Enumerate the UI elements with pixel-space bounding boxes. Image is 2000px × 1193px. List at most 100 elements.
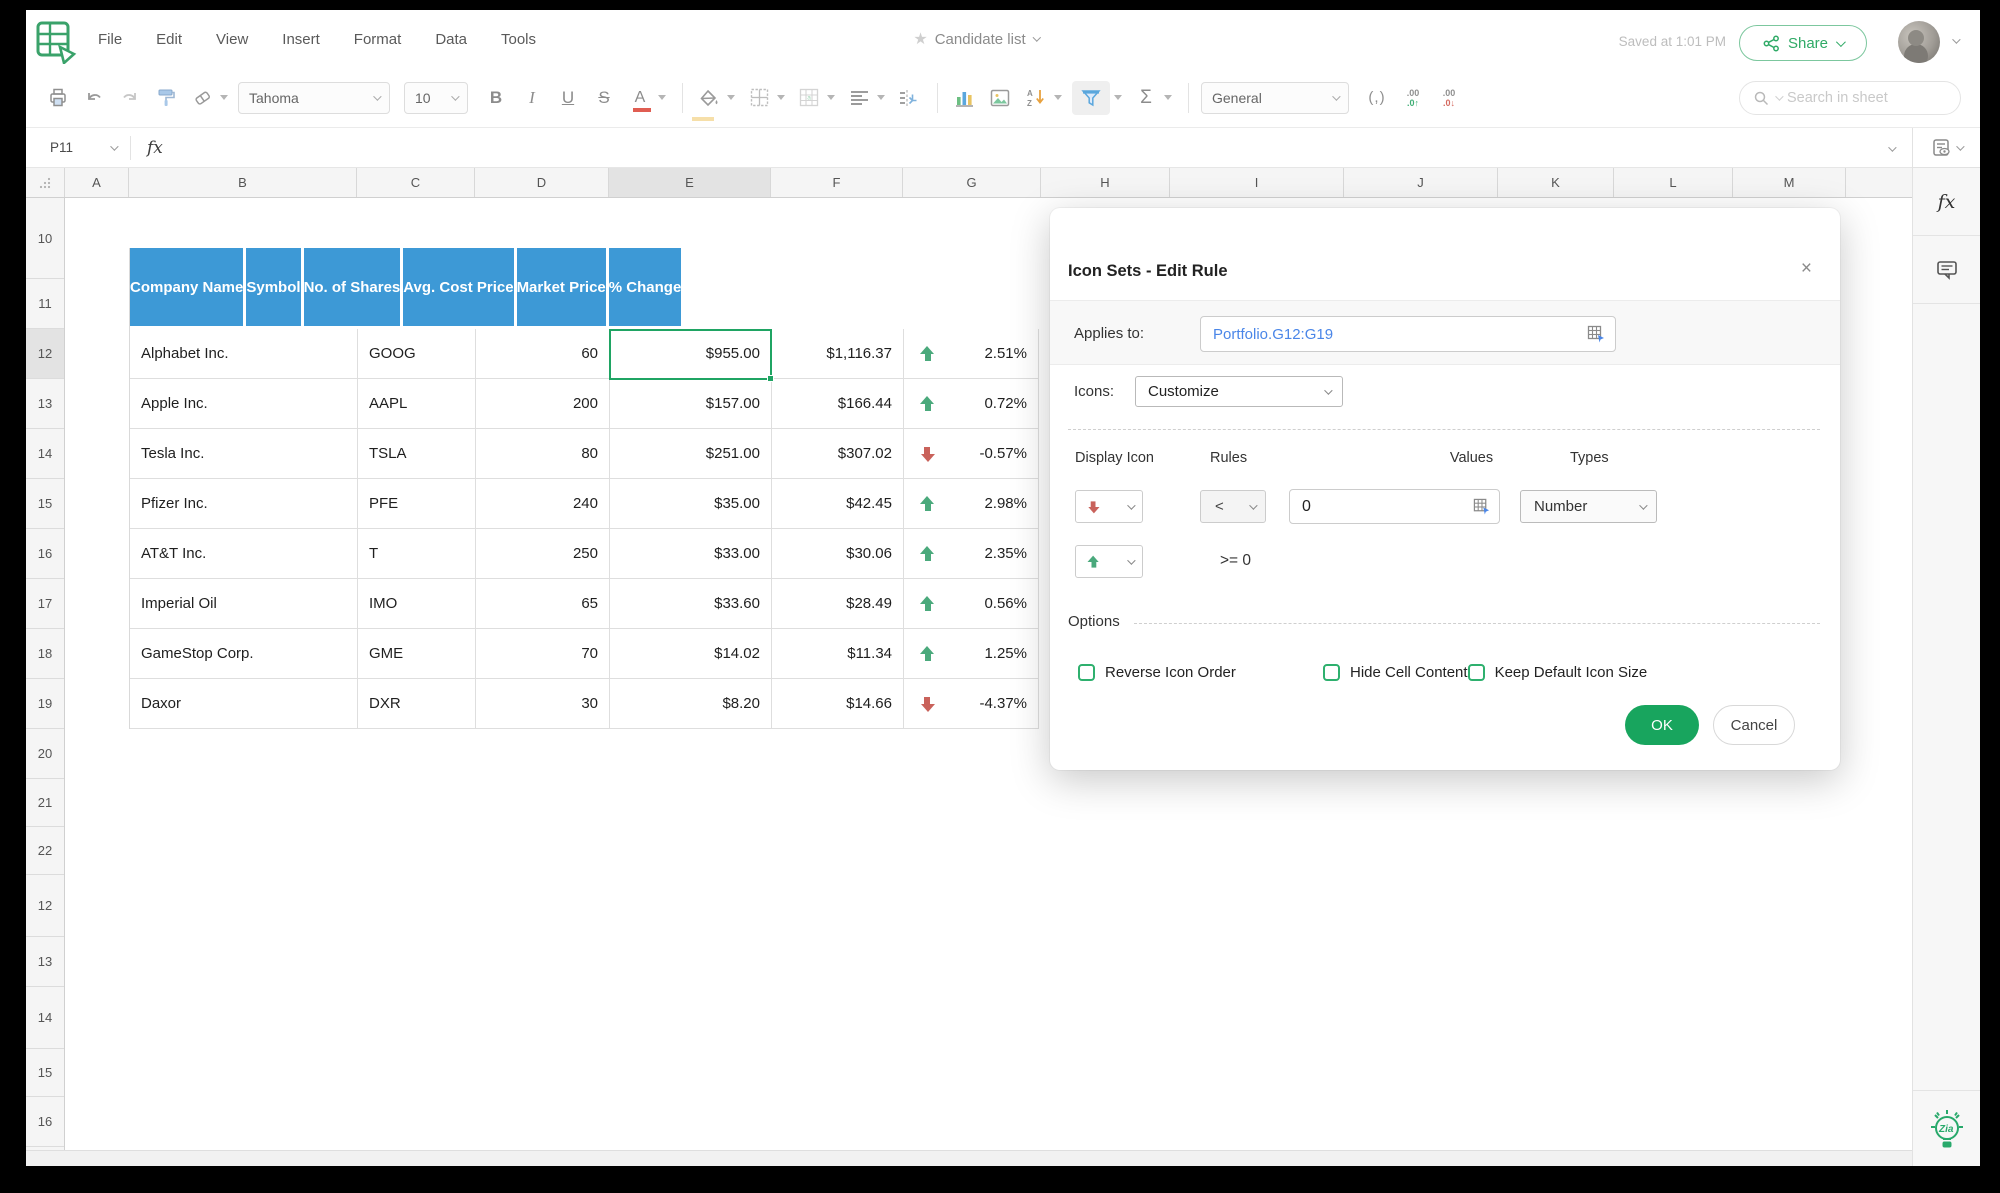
sheet-view-button[interactable] <box>1913 128 1980 168</box>
rule1-value-input[interactable]: 0 <box>1289 489 1500 524</box>
font-family-select[interactable]: Tahoma <box>238 81 390 114</box>
wrap-text-button[interactable] <box>895 81 923 115</box>
cell-symbol[interactable]: PFE <box>358 479 476 529</box>
fill-color-chevron-icon[interactable] <box>727 95 735 100</box>
cell-market-price[interactable]: $42.45 <box>772 479 904 529</box>
clear-format-button[interactable] <box>188 81 216 115</box>
cell-avg-cost[interactable]: $33.00 <box>610 529 772 579</box>
menu-item[interactable]: Data <box>435 31 467 48</box>
cell-shares[interactable]: 70 <box>476 629 610 679</box>
cell-market-price[interactable]: $1,116.37 <box>772 329 904 379</box>
cell-percent-change[interactable]: -0.57% <box>904 429 1039 479</box>
cell-avg-cost[interactable]: $955.00 <box>610 329 772 379</box>
column-header[interactable]: A <box>65 168 129 197</box>
rule1-type-select[interactable]: Number <box>1520 490 1657 523</box>
favorite-star-icon[interactable]: ★ <box>913 29 927 49</box>
cell-percent-change[interactable]: 2.51% <box>904 329 1039 379</box>
cell-avg-cost[interactable]: $14.02 <box>610 629 772 679</box>
increase-decimal-button[interactable]: .00.0↑ <box>1399 81 1427 115</box>
column-header[interactable]: H <box>1041 168 1170 197</box>
decrease-decimal-button[interactable]: .00.0↓ <box>1435 81 1463 115</box>
filter-button[interactable] <box>1072 80 1110 115</box>
menu-item[interactable]: Tools <box>501 31 536 48</box>
formula-bar-expand-chevron-icon[interactable] <box>1888 139 1912 157</box>
column-header[interactable]: B <box>129 168 357 197</box>
cell-avg-cost[interactable]: $33.60 <box>610 579 772 629</box>
row-header[interactable]: 22 <box>26 827 64 875</box>
range-picker-icon[interactable] <box>1587 325 1605 343</box>
cell-symbol[interactable]: AAPL <box>358 379 476 429</box>
row-header[interactable]: 14 <box>26 429 64 479</box>
row-header[interactable]: 12 <box>26 329 64 379</box>
document-title[interactable]: Candidate list <box>935 31 1026 48</box>
row-header[interactable]: 21 <box>26 779 64 827</box>
share-button[interactable]: Share <box>1739 25 1867 61</box>
checkbox-unchecked[interactable] <box>1467 664 1485 681</box>
cell-company[interactable]: AT&T Inc. <box>130 529 358 579</box>
cell-percent-change[interactable]: 2.98% <box>904 479 1039 529</box>
insert-chart-button[interactable] <box>950 81 978 115</box>
align-chevron-icon[interactable] <box>877 95 885 100</box>
table-column-header[interactable]: Market Price <box>516 248 609 329</box>
zia-insights-button[interactable]: Zia <box>1913 1090 1980 1166</box>
column-header[interactable]: L <box>1614 168 1733 197</box>
cell-shares[interactable]: 250 <box>476 529 610 579</box>
menu-item[interactable]: Insert <box>282 31 320 48</box>
cell-shares[interactable]: 80 <box>476 429 610 479</box>
cell-market-price[interactable]: $166.44 <box>772 379 904 429</box>
cell-symbol[interactable]: GME <box>358 629 476 679</box>
column-header[interactable]: C <box>357 168 475 197</box>
zoho-sheet-logo-icon[interactable] <box>34 20 78 64</box>
comma-format-button[interactable]: (,) <box>1363 81 1391 115</box>
row-header[interactable]: 12 <box>26 875 64 937</box>
panel-formulas-tab[interactable]: fx <box>1913 168 1980 236</box>
cell-percent-change[interactable]: -4.37% <box>904 679 1039 729</box>
column-header[interactable]: J <box>1344 168 1498 197</box>
title-chevron-down-icon[interactable] <box>1032 33 1042 42</box>
cell-shares[interactable]: 65 <box>476 579 610 629</box>
cell-market-price[interactable]: $11.34 <box>772 629 904 679</box>
cell-shares[interactable]: 60 <box>476 329 610 379</box>
filter-chevron-icon[interactable] <box>1114 95 1122 100</box>
redo-button[interactable] <box>116 81 144 115</box>
horizontal-align-button[interactable] <box>845 81 873 115</box>
cell-market-price[interactable]: $307.02 <box>772 429 904 479</box>
cell-percent-change[interactable]: 0.56% <box>904 579 1039 629</box>
icons-select[interactable]: Customize <box>1135 376 1343 407</box>
column-header[interactable]: E <box>609 168 771 197</box>
column-header[interactable]: G <box>903 168 1041 197</box>
row-header[interactable]: 15 <box>26 479 64 529</box>
merge-cells-button[interactable]: a <box>795 81 823 115</box>
merge-cells-chevron-icon[interactable] <box>827 95 835 100</box>
borders-button[interactable] <box>745 81 773 115</box>
column-header[interactable]: K <box>1498 168 1614 197</box>
number-format-select[interactable]: General <box>1201 81 1349 114</box>
cell-company[interactable]: Alphabet Inc. <box>130 329 358 379</box>
underline-button[interactable]: U <box>554 81 582 115</box>
menu-item[interactable]: View <box>216 31 248 48</box>
menu-item[interactable]: Format <box>354 31 402 48</box>
panel-comments-tab[interactable] <box>1913 236 1980 304</box>
rule1-icon-select[interactable] <box>1075 490 1143 523</box>
row-header[interactable]: 15 <box>26 1049 64 1097</box>
cell-market-price[interactable]: $30.06 <box>772 529 904 579</box>
formula-input[interactable] <box>179 128 1888 167</box>
row-header[interactable]: 13 <box>26 937 64 987</box>
column-header[interactable]: F <box>771 168 903 197</box>
sum-button[interactable]: Σ <box>1132 81 1160 115</box>
table-column-header[interactable]: Avg. Cost Price <box>403 248 517 329</box>
row-header[interactable]: 16 <box>26 529 64 579</box>
sort-button[interactable]: AZ <box>1022 81 1050 115</box>
table-column-header[interactable]: Symbol <box>246 248 304 329</box>
user-avatar[interactable] <box>1898 21 1940 63</box>
borders-chevron-icon[interactable] <box>777 95 785 100</box>
table-column-header[interactable]: Company Name <box>130 248 247 329</box>
bold-button[interactable]: B <box>482 81 510 115</box>
column-header[interactable]: M <box>1733 168 1846 197</box>
insert-image-button[interactable] <box>986 81 1014 115</box>
table-column-header[interactable]: % Change <box>608 248 682 329</box>
format-painter-button[interactable] <box>152 81 180 115</box>
row-header[interactable]: 18 <box>26 629 64 679</box>
search-input[interactable]: Search in sheet <box>1739 81 1961 115</box>
row-header[interactable]: 20 <box>26 729 64 779</box>
